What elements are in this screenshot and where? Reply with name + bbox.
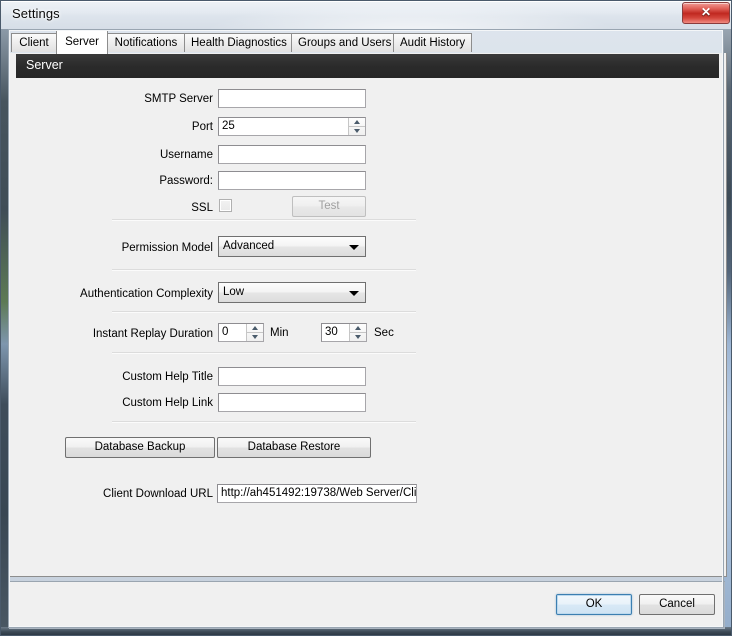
- database-backup-button[interactable]: Database Backup: [65, 437, 215, 458]
- password-input[interactable]: [218, 171, 366, 190]
- minutes-unit-label: Min: [270, 327, 289, 339]
- username-label: Username: [159, 149, 213, 161]
- window-title: Settings: [12, 6, 60, 21]
- client-download-url-label: Client Download URL: [103, 488, 213, 500]
- instant-replay-seconds-spinner[interactable]: 30: [321, 323, 367, 342]
- title-bar[interactable]: Settings ✕: [1, 1, 731, 29]
- tab-server[interactable]: Server: [56, 30, 108, 54]
- instant-replay-seconds-input[interactable]: 30: [325, 325, 338, 340]
- cancel-button[interactable]: Cancel: [639, 594, 715, 615]
- port-spinner[interactable]: 25: [218, 117, 366, 136]
- port-input[interactable]: 25: [222, 119, 235, 134]
- tab-groups-and-users[interactable]: Groups and Users: [291, 33, 394, 52]
- custom-help-link-label: Custom Help Link: [122, 397, 213, 409]
- ssl-label: SSL: [191, 202, 213, 214]
- custom-help-title-input[interactable]: [218, 367, 366, 386]
- divider-2: [112, 269, 416, 271]
- divider-1: [112, 219, 416, 221]
- section-header-bar: Server: [16, 54, 719, 78]
- spinner-down-icon[interactable]: [247, 333, 263, 341]
- divider-3: [112, 311, 416, 313]
- spinner-down-icon[interactable]: [350, 333, 366, 341]
- test-button[interactable]: Test: [292, 196, 366, 217]
- spinner-up-icon[interactable]: [350, 324, 366, 332]
- smtp-server-input[interactable]: [218, 89, 366, 108]
- password-label: Password:: [159, 175, 213, 187]
- authentication-complexity-value: Low: [223, 286, 245, 298]
- port-label: Port: [191, 121, 213, 133]
- custom-help-link-input[interactable]: [218, 393, 366, 412]
- permission-model-value: Advanced: [223, 240, 275, 252]
- dialog-footer: OK Cancel: [9, 582, 725, 629]
- port-stepper-buttons[interactable]: [348, 118, 365, 135]
- window-frame-left: [1, 29, 9, 635]
- custom-help-title-label: Custom Help Title: [122, 371, 213, 383]
- username-input[interactable]: [218, 145, 366, 164]
- tab-health-diagnostics[interactable]: Health Diagnostics: [184, 33, 292, 52]
- seconds-unit-label: Sec: [374, 327, 394, 339]
- authentication-complexity-label: Authentication Complexity: [80, 288, 213, 300]
- close-button[interactable]: ✕: [682, 2, 730, 24]
- ok-button[interactable]: OK: [556, 594, 632, 615]
- chevron-down-icon: [349, 291, 359, 296]
- divider-5: [112, 421, 416, 423]
- client-download-url-input[interactable]: http://ah451492:19738/Web Server/Clie: [217, 484, 417, 503]
- instant-replay-minutes-input[interactable]: 0: [222, 325, 228, 340]
- instant-replay-minutes-spinner[interactable]: 0: [218, 323, 264, 342]
- tab-strip: Client Server Notifications Health Diagn…: [9, 30, 725, 54]
- permission-model-select[interactable]: Advanced: [218, 236, 366, 257]
- settings-dialog-window: Settings ✕ Client Server Notifications H…: [0, 0, 732, 636]
- chevron-down-icon: [349, 245, 359, 250]
- spinner-down-icon[interactable]: [349, 127, 365, 135]
- smtp-server-label: SMTP Server: [144, 93, 213, 105]
- title-bar-sheen: [201, 1, 621, 29]
- divider-4: [112, 352, 416, 354]
- minutes-stepper-buttons[interactable]: [246, 324, 263, 341]
- spinner-up-icon[interactable]: [349, 118, 365, 126]
- instant-replay-duration-label: Instant Replay Duration: [92, 328, 213, 340]
- tab-client[interactable]: Client: [11, 33, 57, 52]
- close-icon: ✕: [700, 5, 712, 19]
- tab-audit-history[interactable]: Audit History: [393, 33, 472, 52]
- database-restore-button[interactable]: Database Restore: [217, 437, 371, 458]
- permission-model-label: Permission Model: [121, 242, 213, 254]
- ssl-checkbox[interactable]: [219, 199, 232, 212]
- tab-notifications[interactable]: Notifications: [107, 33, 185, 52]
- tab-content-server: Server SMTP Server Port 25 Username Pass…: [9, 53, 727, 577]
- authentication-complexity-select[interactable]: Low: [218, 282, 366, 303]
- section-header-label: Server: [26, 58, 63, 72]
- spinner-up-icon[interactable]: [247, 324, 263, 332]
- seconds-stepper-buttons[interactable]: [349, 324, 366, 341]
